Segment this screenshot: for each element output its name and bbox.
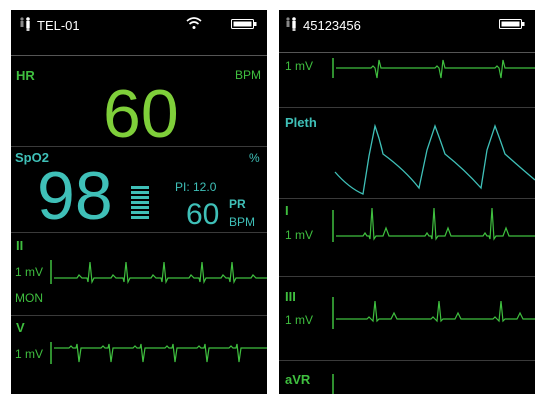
lead-ii-mode: MON xyxy=(15,291,43,305)
patient-id: 45123456 xyxy=(303,18,361,33)
lead-ii-scale: 1 mV xyxy=(15,265,44,279)
ecg-trace-iii xyxy=(332,297,535,329)
lead-avr-label: aVR xyxy=(285,372,311,387)
device-id: TEL-01 xyxy=(37,18,80,33)
person-icon xyxy=(283,16,299,32)
ecg-trace-avr xyxy=(332,374,334,394)
lead-v-scale: 1 mV xyxy=(15,347,44,361)
ecg-trace-top xyxy=(332,58,535,79)
hr-unit: BPM xyxy=(235,68,262,82)
pleth-label: Pleth xyxy=(285,115,317,130)
lead-v-label: V xyxy=(16,320,25,335)
perfusion-bar-icon xyxy=(131,186,149,222)
hr-value: 60 xyxy=(103,76,179,152)
pr-label: PR xyxy=(229,197,246,211)
lead-i-label: I xyxy=(285,203,289,218)
monitor-screen-right: 45123456 1 mV Pleth I 1 mV III 1 mV aVR xyxy=(279,10,535,394)
trace1-scale: 1 mV xyxy=(285,59,314,73)
lead-ii-label: II xyxy=(16,238,24,253)
pi-text: PI: 12.0 xyxy=(175,180,217,194)
ecg-trace-i xyxy=(332,207,535,242)
wifi-icon xyxy=(185,16,203,30)
spo2-unit: % xyxy=(249,151,260,165)
lead-iii-scale: 1 mV xyxy=(285,313,314,327)
battery-icon xyxy=(499,19,525,29)
ecg-trace-v xyxy=(50,342,267,364)
pr-value: 60 xyxy=(186,198,220,231)
lead-iii-label: III xyxy=(285,289,296,304)
spo2-value: 98 xyxy=(37,158,113,234)
monitor-screen-left: TEL-01 HR BPM 60 SpO2 % 98 PI: 12.0 60 P… xyxy=(11,10,267,394)
ecg-trace-ii xyxy=(50,260,267,285)
pr-unit: BPM xyxy=(229,215,256,229)
battery-icon xyxy=(231,19,257,29)
lead-i-scale: 1 mV xyxy=(285,228,314,242)
person-icon xyxy=(17,16,33,32)
pleth-waveform xyxy=(334,123,535,195)
hr-label: HR xyxy=(16,68,35,83)
